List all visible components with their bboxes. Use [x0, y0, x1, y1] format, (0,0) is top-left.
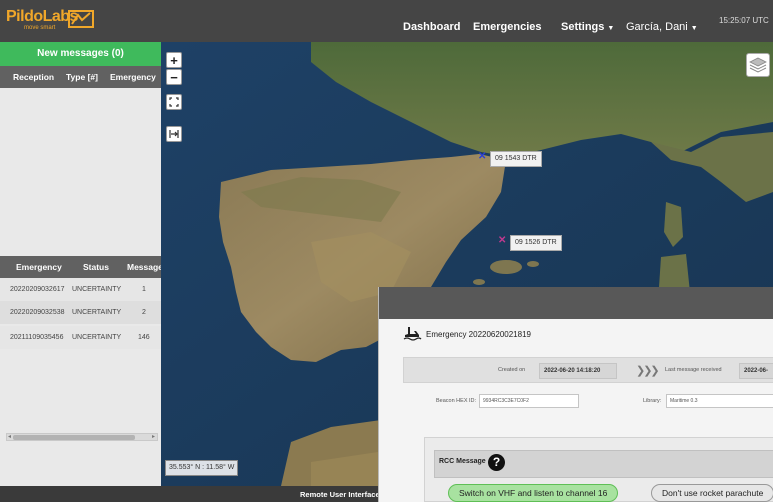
- emergency-messages: 2: [142, 309, 146, 316]
- col-messages[interactable]: Messages: [127, 262, 161, 272]
- rocket-action-button[interactable]: Don't use rocket parachute: [651, 484, 773, 502]
- cursor-coordinates: 35.553° N : 11.58° W: [165, 460, 239, 476]
- emergency-detail-panel: Emergency 20220620021819 Created on 2022…: [378, 287, 773, 502]
- logo-tagline: move smart: [24, 25, 56, 31]
- fit-bounds-button[interactable]: [166, 126, 182, 142]
- user-name: García, Dani: [626, 21, 688, 33]
- chevron-right-icon: ❯❯❯: [636, 365, 660, 377]
- arrow-expand-icon: [169, 130, 179, 138]
- table-row[interactable]: 20220209032617 UNCERTAINTY 1: [0, 278, 161, 301]
- col-emergency-id[interactable]: Emergency: [16, 262, 62, 272]
- scroll-left-icon[interactable]: ◂: [8, 433, 11, 440]
- nav-settings-label: Settings: [561, 21, 605, 33]
- messages-table-header: Reception Type [#] Emergency: [0, 66, 161, 88]
- sidebar: New messages (0) Reception Type [#] Emer…: [0, 42, 161, 486]
- chevron-down-icon: ▼: [607, 25, 615, 32]
- beacon-label[interactable]: 09 1543 DTR: [490, 151, 542, 167]
- vhf-action-button[interactable]: Switch on VHF and listen to channel 16: [448, 484, 619, 502]
- emergency-title: Emergency 20220620021819: [426, 330, 531, 339]
- library-field[interactable]: Maritime 0.3: [666, 394, 773, 408]
- layers-icon: [749, 57, 767, 73]
- beacon-hex-field[interactable]: 9934RC3C3E7C0F2: [479, 394, 579, 408]
- ship-icon: [403, 327, 422, 341]
- beacon-marker-icon[interactable]: ✕: [478, 151, 486, 162]
- emergency-id: 20220209032617: [10, 286, 65, 293]
- beacon-marker-icon[interactable]: ✕: [498, 235, 506, 246]
- fullscreen-icon: [169, 97, 179, 107]
- pildolabs-logo[interactable]: PildoLabs move smart: [6, 8, 104, 36]
- top-navbar: PildoLabs move smart Dashboard Emergenci…: [0, 0, 773, 42]
- rcc-message-label: RCC Message: [439, 458, 486, 465]
- chevron-down-icon: ▼: [690, 25, 698, 32]
- col-emergency[interactable]: Emergency: [110, 72, 156, 82]
- nav-dashboard[interactable]: Dashboard: [403, 21, 460, 33]
- last-message-label: Last message received: [665, 367, 722, 373]
- beacon-label[interactable]: 09 1526 DTR: [510, 235, 562, 251]
- fullscreen-button[interactable]: [166, 94, 182, 110]
- logo-mark-icon: [68, 10, 94, 28]
- nav-settings[interactable]: Settings ▼: [561, 21, 614, 33]
- library-label: Library:: [643, 398, 662, 404]
- emergency-status: UNCERTAINTY: [72, 309, 122, 316]
- table-row[interactable]: 20211109035456 UNCERTAINTY 146: [0, 326, 161, 349]
- remote-ui-label: Remote User Interface: [300, 490, 380, 499]
- nav-user-menu[interactable]: García, Dani ▼: [626, 21, 698, 33]
- col-type[interactable]: Type [#]: [66, 72, 98, 82]
- scrollbar-thumb[interactable]: [13, 435, 135, 440]
- col-status[interactable]: Status: [83, 262, 109, 272]
- panel-header: [379, 287, 773, 319]
- emergency-messages: 1: [142, 286, 146, 293]
- emergencies-table-header: Emergency Status Messages: [0, 256, 161, 278]
- help-icon[interactable]: ?: [488, 454, 505, 471]
- beacon-hex-label: Beacon HEX ID:: [436, 398, 477, 404]
- emergency-id: 20211109035456: [10, 334, 64, 341]
- table-row[interactable]: 20220209032538 UNCERTAINTY 2: [0, 301, 161, 324]
- nav-emergencies[interactable]: Emergencies: [473, 21, 541, 33]
- utc-clock: 15:25:07 UTC: [719, 16, 769, 25]
- created-on-value: 2022-06-20 14:18:20: [539, 363, 617, 379]
- last-message-value: 2022-06-: [739, 363, 773, 379]
- layers-button[interactable]: [746, 53, 770, 77]
- new-messages-button[interactable]: New messages (0): [0, 42, 161, 66]
- emergency-messages: 146: [138, 334, 150, 341]
- col-reception[interactable]: Reception: [13, 72, 54, 82]
- scroll-right-icon[interactable]: ▸: [152, 433, 155, 440]
- emergency-status: UNCERTAINTY: [72, 286, 122, 293]
- emergency-id: 20220209032538: [10, 309, 65, 316]
- horizontal-scrollbar[interactable]: ◂ ▸: [6, 433, 158, 441]
- emergency-status: UNCERTAINTY: [72, 334, 122, 341]
- created-on-label: Created on: [498, 367, 526, 373]
- zoom-in-button[interactable]: +: [166, 52, 182, 68]
- zoom-out-button[interactable]: −: [166, 69, 182, 85]
